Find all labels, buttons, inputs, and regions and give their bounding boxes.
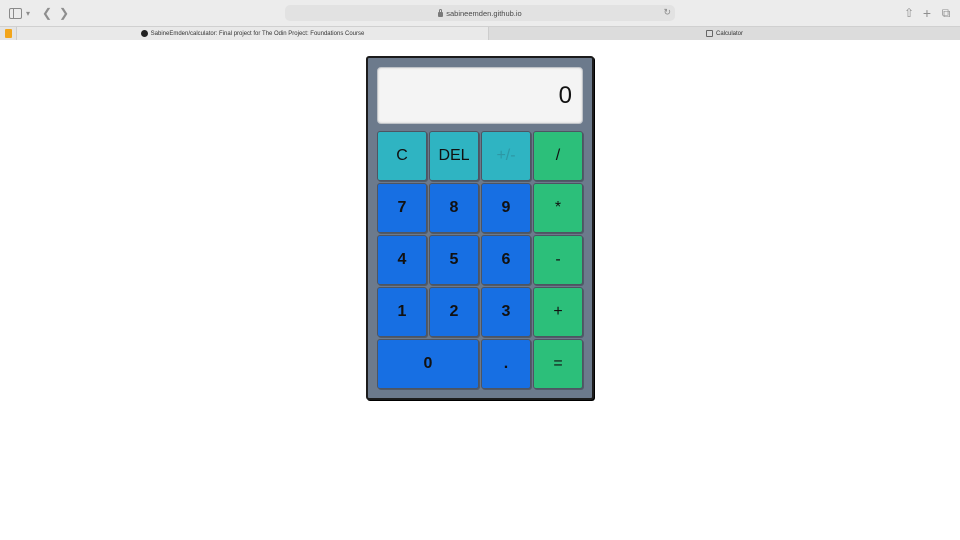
- calculator-display: 0: [377, 67, 583, 124]
- tab-overview-icon[interactable]: ⧉: [940, 6, 952, 20]
- url-text: sabineemden.github.io: [446, 8, 522, 18]
- pinned-site-icon: [4, 29, 12, 38]
- digit-6-button[interactable]: 6: [481, 235, 531, 285]
- tab-label: SabineEmden/calculator: Final project fo…: [150, 30, 365, 37]
- back-button[interactable]: ❮: [40, 6, 54, 20]
- divide-button[interactable]: /: [533, 131, 583, 181]
- decimal-button[interactable]: .: [481, 339, 531, 389]
- digit-5-button[interactable]: 5: [429, 235, 479, 285]
- browser-toolbar: ▾ ❮ ❯ sabineemden.github.io ↻ ⇧ + ⧉: [0, 0, 960, 26]
- calculator: 0 C DEL +/- / 7 8 9 * 4 5 6 - 1 2 3 + 0 …: [366, 56, 594, 400]
- forward-button[interactable]: ❯: [57, 6, 71, 20]
- add-button[interactable]: +: [533, 287, 583, 337]
- github-icon: [140, 30, 148, 37]
- sign-toggle-button[interactable]: +/-: [481, 131, 531, 181]
- digit-3-button[interactable]: 3: [481, 287, 531, 337]
- equals-button[interactable]: =: [533, 339, 583, 389]
- tab-calculator[interactable]: Calculator: [489, 27, 960, 40]
- digit-9-button[interactable]: 9: [481, 183, 531, 233]
- lock-icon: [438, 8, 444, 17]
- digit-4-button[interactable]: 4: [377, 235, 427, 285]
- tab-bar: SabineEmden/calculator: Final project fo…: [0, 26, 960, 40]
- delete-button[interactable]: DEL: [429, 131, 479, 181]
- tab-label: Calculator: [715, 30, 743, 37]
- clear-button[interactable]: C: [377, 131, 427, 181]
- share-icon[interactable]: ⇧: [903, 6, 915, 20]
- digit-0-button[interactable]: 0: [377, 339, 479, 389]
- sidebar-toggle-icon[interactable]: [9, 8, 22, 19]
- multiply-button[interactable]: *: [533, 183, 583, 233]
- subtract-button[interactable]: -: [533, 235, 583, 285]
- digit-2-button[interactable]: 2: [429, 287, 479, 337]
- calculator-favicon-icon: [705, 30, 713, 37]
- digit-7-button[interactable]: 7: [377, 183, 427, 233]
- digit-8-button[interactable]: 8: [429, 183, 479, 233]
- pinned-tab[interactable]: [0, 27, 17, 40]
- chevron-down-icon[interactable]: ▾: [26, 6, 30, 20]
- reload-icon[interactable]: ↻: [663, 7, 671, 18]
- address-bar[interactable]: sabineemden.github.io ↻: [285, 5, 675, 21]
- tab-github-repo[interactable]: SabineEmden/calculator: Final project fo…: [17, 27, 489, 40]
- new-tab-icon[interactable]: +: [921, 5, 933, 21]
- digit-1-button[interactable]: 1: [377, 287, 427, 337]
